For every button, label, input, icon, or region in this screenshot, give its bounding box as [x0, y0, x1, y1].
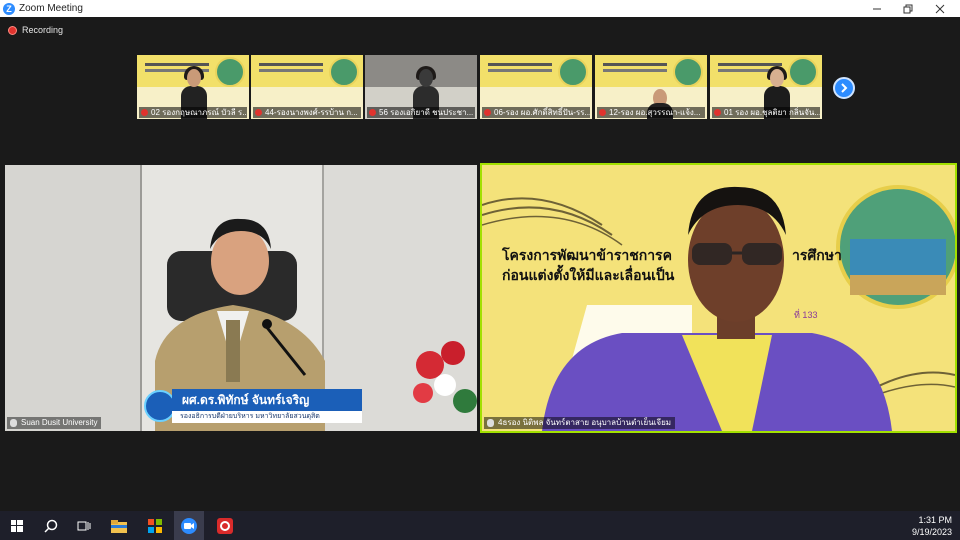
participant-thumbnail[interactable]: 01 รอง ผอ.ชุลติยา กลิ่นจัน... — [710, 55, 822, 119]
participant-name: 56 รองเอกิยาดี ชนประชา... — [367, 107, 475, 118]
window-title: Zoom Meeting — [19, 3, 83, 14]
minimize-button[interactable] — [862, 0, 892, 17]
muted-mic-icon — [599, 109, 606, 116]
participant-name: 4ธรอง นิติพล จันทร์ตาสาย อนุบาลบ้านตำเย็… — [484, 417, 676, 429]
next-page-button[interactable] — [833, 77, 855, 99]
muted-mic-icon — [255, 109, 262, 116]
app-taskbar-button[interactable] — [214, 515, 236, 537]
slide-logo-icon — [329, 57, 359, 87]
participant-thumbnail[interactable]: 06-รอง ผอ.ศักดิ์สิทธิ์ปัน-รร... — [480, 55, 592, 119]
muted-mic-icon — [484, 109, 491, 116]
mic-icon — [487, 419, 494, 427]
system-clock[interactable]: 1:31 PM 9/19/2023 — [912, 514, 952, 538]
store-button[interactable] — [144, 515, 166, 537]
task-view-button[interactable] — [73, 515, 95, 537]
participant-name: 44-รองนางพงศ์-รรบ้าน ก... — [253, 107, 361, 118]
red-app-icon — [217, 518, 233, 534]
close-button[interactable] — [925, 0, 955, 17]
slide-text-line3: ที่ 133 — [794, 310, 818, 320]
muted-mic-icon — [714, 109, 721, 116]
video-tile-left[interactable]: ผศ.ดร.พิทักษ์ จันทร์เจริญ รองอธิการบดีฝ่… — [5, 165, 477, 431]
slide-text-line1-tail: ารศึกษา — [792, 247, 842, 263]
search-button[interactable] — [40, 515, 62, 537]
zoom-logo-icon: Z — [3, 2, 15, 15]
close-icon — [935, 4, 945, 13]
slide-logo-icon — [673, 57, 703, 87]
windows-taskbar: 1:31 PM 9/19/2023 — [0, 511, 960, 540]
participant-thumbnail[interactable]: 44-รองนางพงศ์-รรบ้าน ก... — [251, 55, 363, 119]
participant-thumbnail[interactable]: 02 รองกฤษณาภรณ์ บัวลี ร... — [137, 55, 249, 119]
mic-icon — [10, 419, 17, 427]
lower-third-title: รองอธิการบดีฝ่ายบริหาร มหาวิทยาลัยสวนดุส… — [172, 411, 362, 423]
participant-thumbnail[interactable]: 12-รอง ผอ.สุวรรณา-แจ้ง... — [595, 55, 707, 119]
slide-text-line2: ก่อนแต่งตั้งให้มีและเลื่อนเป็น — [502, 267, 675, 283]
participant-name: 12-รอง ผอ.สุวรรณา-แจ้ง... — [597, 107, 705, 118]
search-icon — [44, 519, 58, 533]
slide-background — [482, 185, 955, 431]
video-tile-right-active-speaker[interactable]: โครงการพัฒนาข้าราชการค ารศึกษา ก่อนแต่งต… — [480, 163, 957, 433]
restore-icon — [903, 4, 913, 13]
participant-thumbnail[interactable]: 56 รองเอกิยาดี ชนประชา... — [365, 55, 477, 119]
recording-indicator[interactable]: Recording — [8, 25, 63, 35]
participant-name: 02 รองกฤษณาภรณ์ บัวลี ร... — [139, 107, 247, 118]
participant-name: 06-รอง ผอ.ศักดิ์สิทธิ์ปัน-รร... — [482, 107, 590, 118]
store-icon — [148, 519, 162, 533]
clock-time: 1:31 PM — [918, 515, 952, 525]
file-explorer-button[interactable] — [108, 515, 130, 537]
lower-third-name: ผศ.ดร.พิทักษ์ จันทร์เจริญ — [172, 389, 362, 411]
name-lower-third: ผศ.ดร.พิทักษ์ จันทร์เจริญ รองอธิการบดีฝ่… — [130, 389, 362, 425]
recording-label: Recording — [22, 25, 64, 35]
clock-date: 9/19/2023 — [911, 527, 952, 537]
task-view-icon — [77, 521, 91, 531]
maximize-button[interactable] — [893, 0, 923, 17]
meeting-stage: Recording 02 รองกฤษณาภรณ์ บัวลี ร... 44-… — [0, 17, 960, 511]
folder-icon — [111, 519, 127, 533]
zoom-app-icon — [181, 518, 197, 534]
participant-name: Suan Dusit University — [7, 417, 102, 429]
chevron-right-icon — [841, 83, 848, 93]
zoom-taskbar-button[interactable] — [178, 515, 200, 537]
minimize-icon — [873, 8, 881, 9]
slide-text-line1: โครงการพัฒนาข้าราชการค — [502, 247, 672, 263]
windows-logo-icon — [11, 520, 23, 532]
participant-name: 01 รอง ผอ.ชุลติยา กลิ่นจัน... — [712, 107, 820, 118]
slide-logo-icon — [215, 57, 245, 87]
muted-mic-icon — [141, 109, 148, 116]
start-button[interactable] — [6, 515, 28, 537]
slide-logo-icon — [558, 57, 588, 87]
muted-mic-icon — [369, 109, 376, 116]
recording-icon — [8, 25, 17, 35]
window-titlebar: Z Zoom Meeting — [0, 0, 960, 17]
slide-logo-icon — [788, 57, 818, 87]
